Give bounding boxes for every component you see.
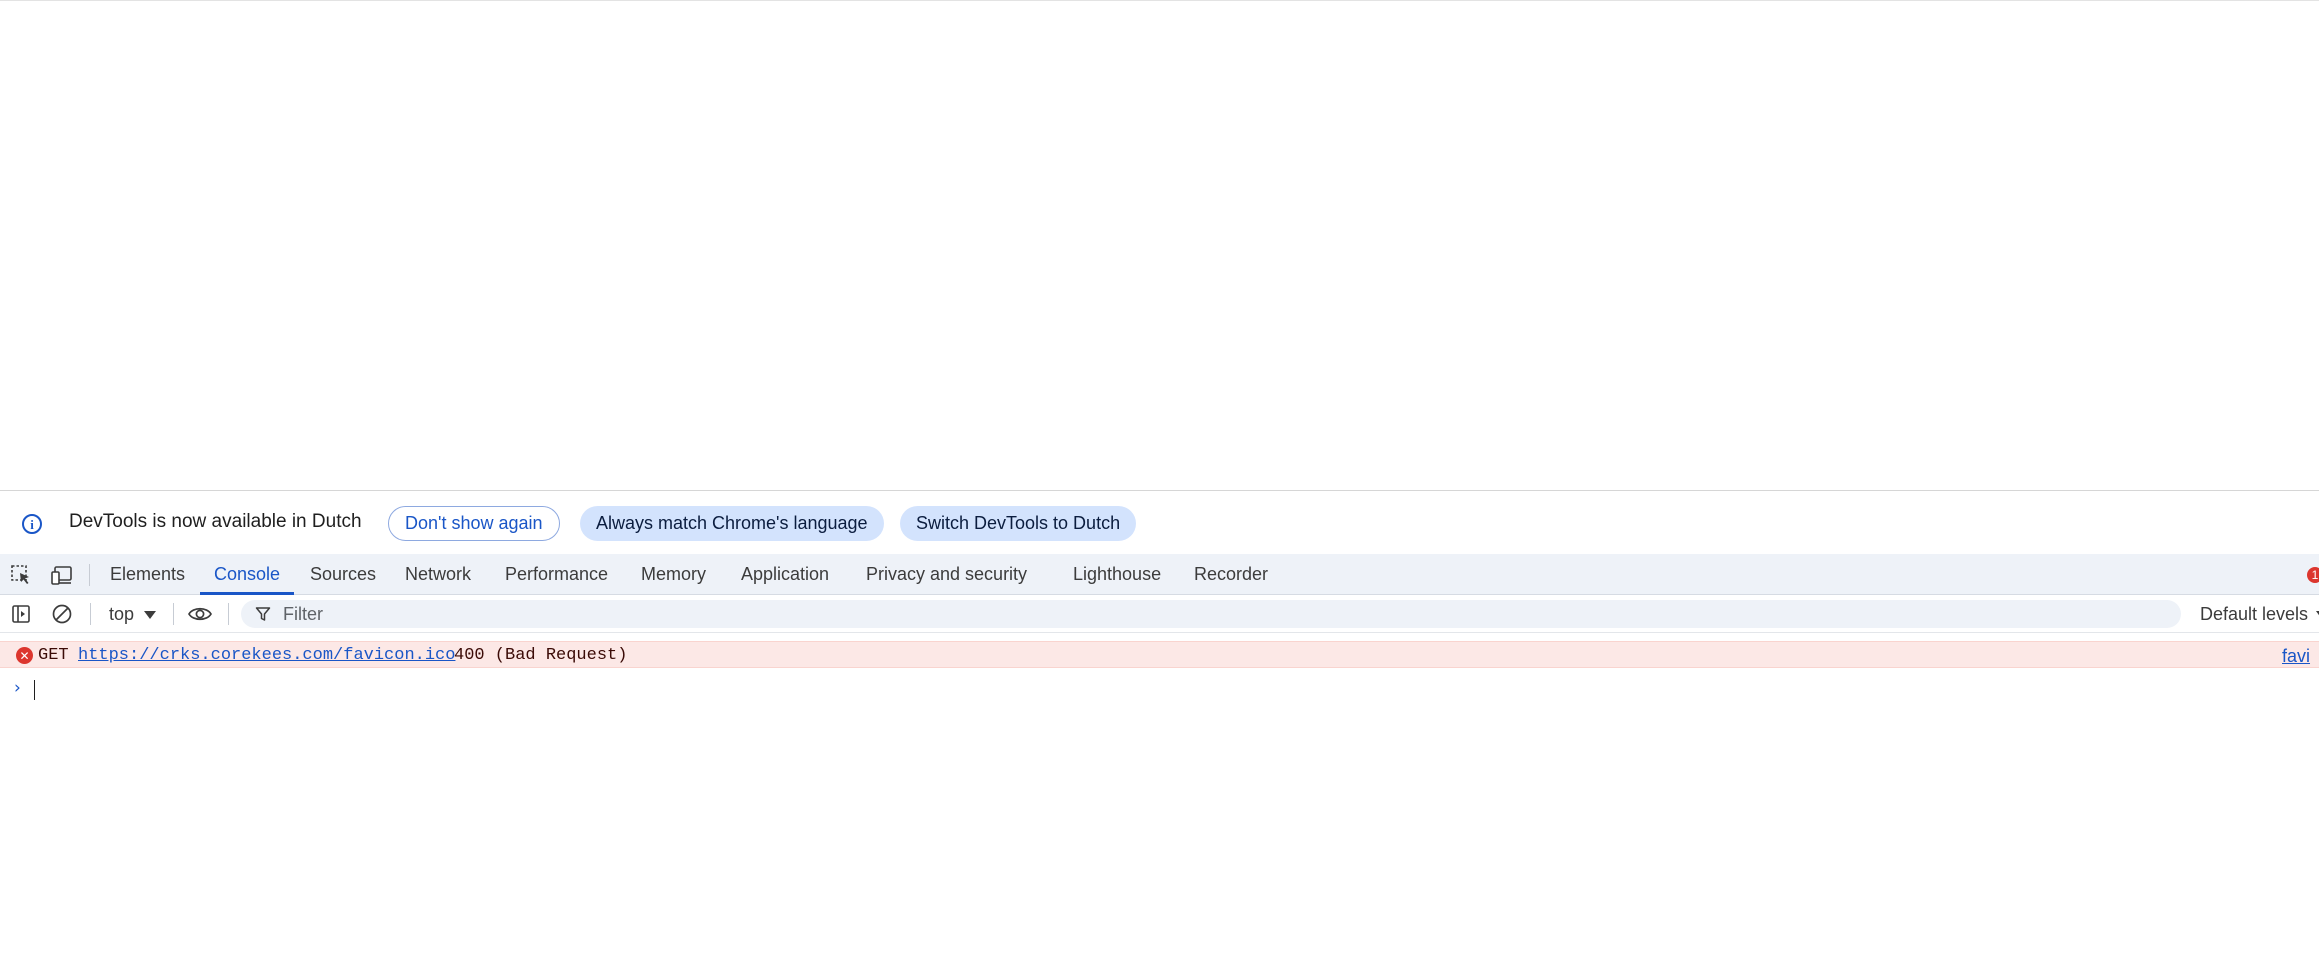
console-error-message: ✕ GET https://crks.corekees.com/favicon.…	[0, 641, 2319, 668]
message-source-link[interactable]: favi	[2282, 646, 2310, 667]
switch-to-dutch-button[interactable]: Switch DevTools to Dutch	[900, 506, 1137, 541]
chevron-down-icon	[144, 610, 157, 619]
inspected-page-viewport	[0, 0, 2319, 490]
dont-show-again-button[interactable]: Don't show again	[388, 506, 560, 541]
live-expression-eye-icon[interactable]	[187, 601, 213, 627]
device-toolbar-icon[interactable]	[49, 562, 75, 588]
console-toolbar: top Default levels	[0, 595, 2319, 633]
response-status: 400 (Bad Request)	[454, 646, 628, 665]
devtools-tab-bar: Elements Console Sources Network Perform…	[0, 554, 2319, 595]
devtools-panel: i DevTools is now available in Dutch Don…	[0, 490, 2319, 957]
tab-memory[interactable]: Memory	[641, 554, 706, 595]
inspect-element-icon[interactable]	[8, 562, 34, 588]
info-icon: i	[22, 514, 42, 534]
toolbar-divider	[173, 603, 174, 625]
execution-context-select[interactable]: top	[109, 604, 157, 625]
tab-sources[interactable]: Sources	[310, 554, 376, 595]
tab-privacy-and-security[interactable]: Privacy and security	[866, 554, 1027, 595]
tab-recorder[interactable]: Recorder	[1194, 554, 1268, 595]
tab-network[interactable]: Network	[405, 554, 471, 595]
filter-box[interactable]	[241, 600, 2181, 628]
log-levels-label: Default levels	[2200, 604, 2309, 624]
clear-console-icon[interactable]	[49, 601, 75, 627]
toolbar-divider	[90, 603, 91, 625]
log-levels-dropdown[interactable]: Default levels	[2200, 604, 2319, 625]
toolbar-divider	[228, 603, 229, 625]
request-url-link[interactable]: https://crks.corekees.com/favicon.ico	[78, 646, 455, 665]
always-match-language-button[interactable]: Always match Chrome's language	[580, 506, 884, 541]
language-infobar: i DevTools is now available in Dutch Don…	[0, 491, 2319, 554]
tab-lighthouse[interactable]: Lighthouse	[1073, 554, 1161, 595]
error-icon: ✕	[16, 647, 33, 664]
sidebar-toggle-icon[interactable]	[8, 601, 34, 627]
filter-icon	[255, 606, 271, 622]
filter-input[interactable]	[281, 602, 2081, 626]
tab-performance[interactable]: Performance	[505, 554, 608, 595]
infobar-message: DevTools is now available in Dutch	[69, 511, 362, 532]
error-count-badge[interactable]: 1	[2307, 567, 2319, 583]
context-label: top	[109, 604, 135, 624]
tab-application[interactable]: Application	[741, 554, 829, 595]
prompt-chevron-icon: ›	[14, 678, 21, 698]
console-prompt[interactable]: ›	[0, 676, 2319, 702]
toolbar-divider	[89, 564, 90, 586]
text-caret	[34, 680, 35, 700]
request-method: GET	[38, 646, 69, 665]
tab-console[interactable]: Console	[199, 554, 295, 595]
tab-elements[interactable]: Elements	[110, 554, 185, 595]
